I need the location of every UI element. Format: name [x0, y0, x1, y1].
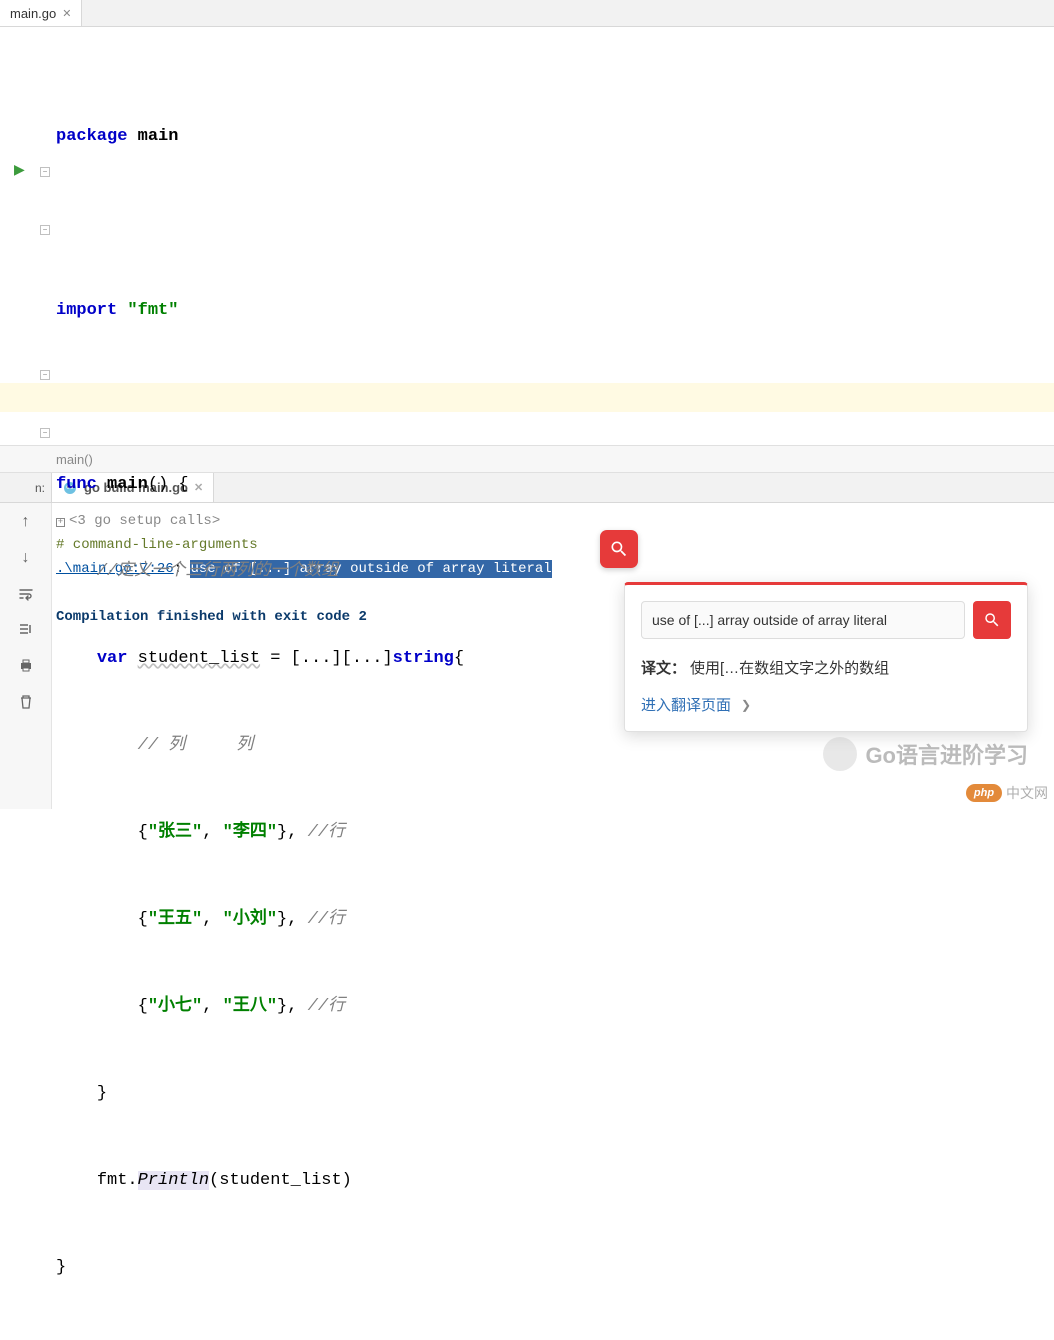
code-text: { — [138, 997, 148, 1016]
code-str: "王五" — [148, 910, 202, 929]
code-comment: //行 — [308, 997, 345, 1016]
fold-icon[interactable]: − — [40, 370, 50, 380]
code-comment: //行 — [308, 823, 345, 842]
code-kw: string — [393, 649, 454, 668]
code-kw: package — [56, 127, 127, 146]
code-text: , — [202, 910, 222, 929]
file-tab-bar: main.go ✕ — [0, 0, 1054, 27]
code-text: , — [202, 997, 222, 1016]
code-kw: import — [56, 301, 117, 320]
code-fn: Println — [138, 1171, 209, 1190]
code-text: } — [97, 1084, 107, 1103]
code-text: , — [202, 823, 222, 842]
close-icon[interactable]: ✕ — [62, 7, 71, 20]
code-text: }, — [277, 910, 308, 929]
code-editor[interactable]: package main import "fmt" func main() { … — [52, 27, 1054, 445]
code-comment: //定义一个三行两列的一个数组 — [97, 562, 338, 581]
file-tab-main-go[interactable]: main.go ✕ — [0, 0, 82, 26]
code-str: "fmt" — [127, 301, 178, 320]
settings-icon[interactable] — [17, 621, 35, 639]
code-text: = [...][...] — [260, 649, 393, 668]
code-str: "小七" — [148, 997, 202, 1016]
trash-icon[interactable] — [17, 693, 35, 711]
code-pkg: main — [138, 127, 179, 146]
code-text: { — [138, 823, 148, 842]
code-text: }, — [277, 997, 308, 1016]
code-text: . — [127, 1171, 137, 1190]
fold-icon[interactable]: − — [40, 225, 50, 235]
code-text: { — [454, 649, 464, 668]
run-gutter-icon[interactable]: ▶ — [14, 161, 25, 178]
print-icon[interactable] — [17, 657, 35, 675]
code-str: "李四" — [223, 823, 277, 842]
code-comment: //行 — [308, 910, 345, 929]
code-id: student_list — [138, 649, 260, 668]
wrap-icon[interactable] — [17, 585, 35, 603]
arrow-up-icon[interactable]: ↑ — [17, 513, 35, 531]
code-text: } — [56, 1258, 66, 1277]
code-str: "小刘" — [223, 910, 277, 929]
code-text: () { — [148, 475, 189, 494]
code-text: }, — [277, 823, 308, 842]
arrow-down-icon[interactable]: ↓ — [17, 549, 35, 567]
editor-area: ▶ − − − − package main import "fmt" func… — [0, 27, 1054, 445]
code-fn: main — [107, 475, 148, 494]
code-text: (student_list) — [209, 1171, 352, 1190]
code-kw: var — [97, 649, 128, 668]
code-str: "王八" — [223, 997, 277, 1016]
build-header-label: n: — [0, 473, 52, 502]
code-str: "张三" — [148, 823, 202, 842]
fold-icon[interactable]: − — [40, 167, 50, 177]
file-tab-label: main.go — [10, 6, 56, 21]
code-pkg: fmt — [97, 1171, 128, 1190]
code-comment: // 列 列 — [138, 736, 254, 755]
fold-icon[interactable]: − — [40, 428, 50, 438]
build-tool-strip: ↑ ↓ — [0, 503, 52, 809]
code-kw: func — [56, 475, 97, 494]
code-text: { — [138, 910, 148, 929]
